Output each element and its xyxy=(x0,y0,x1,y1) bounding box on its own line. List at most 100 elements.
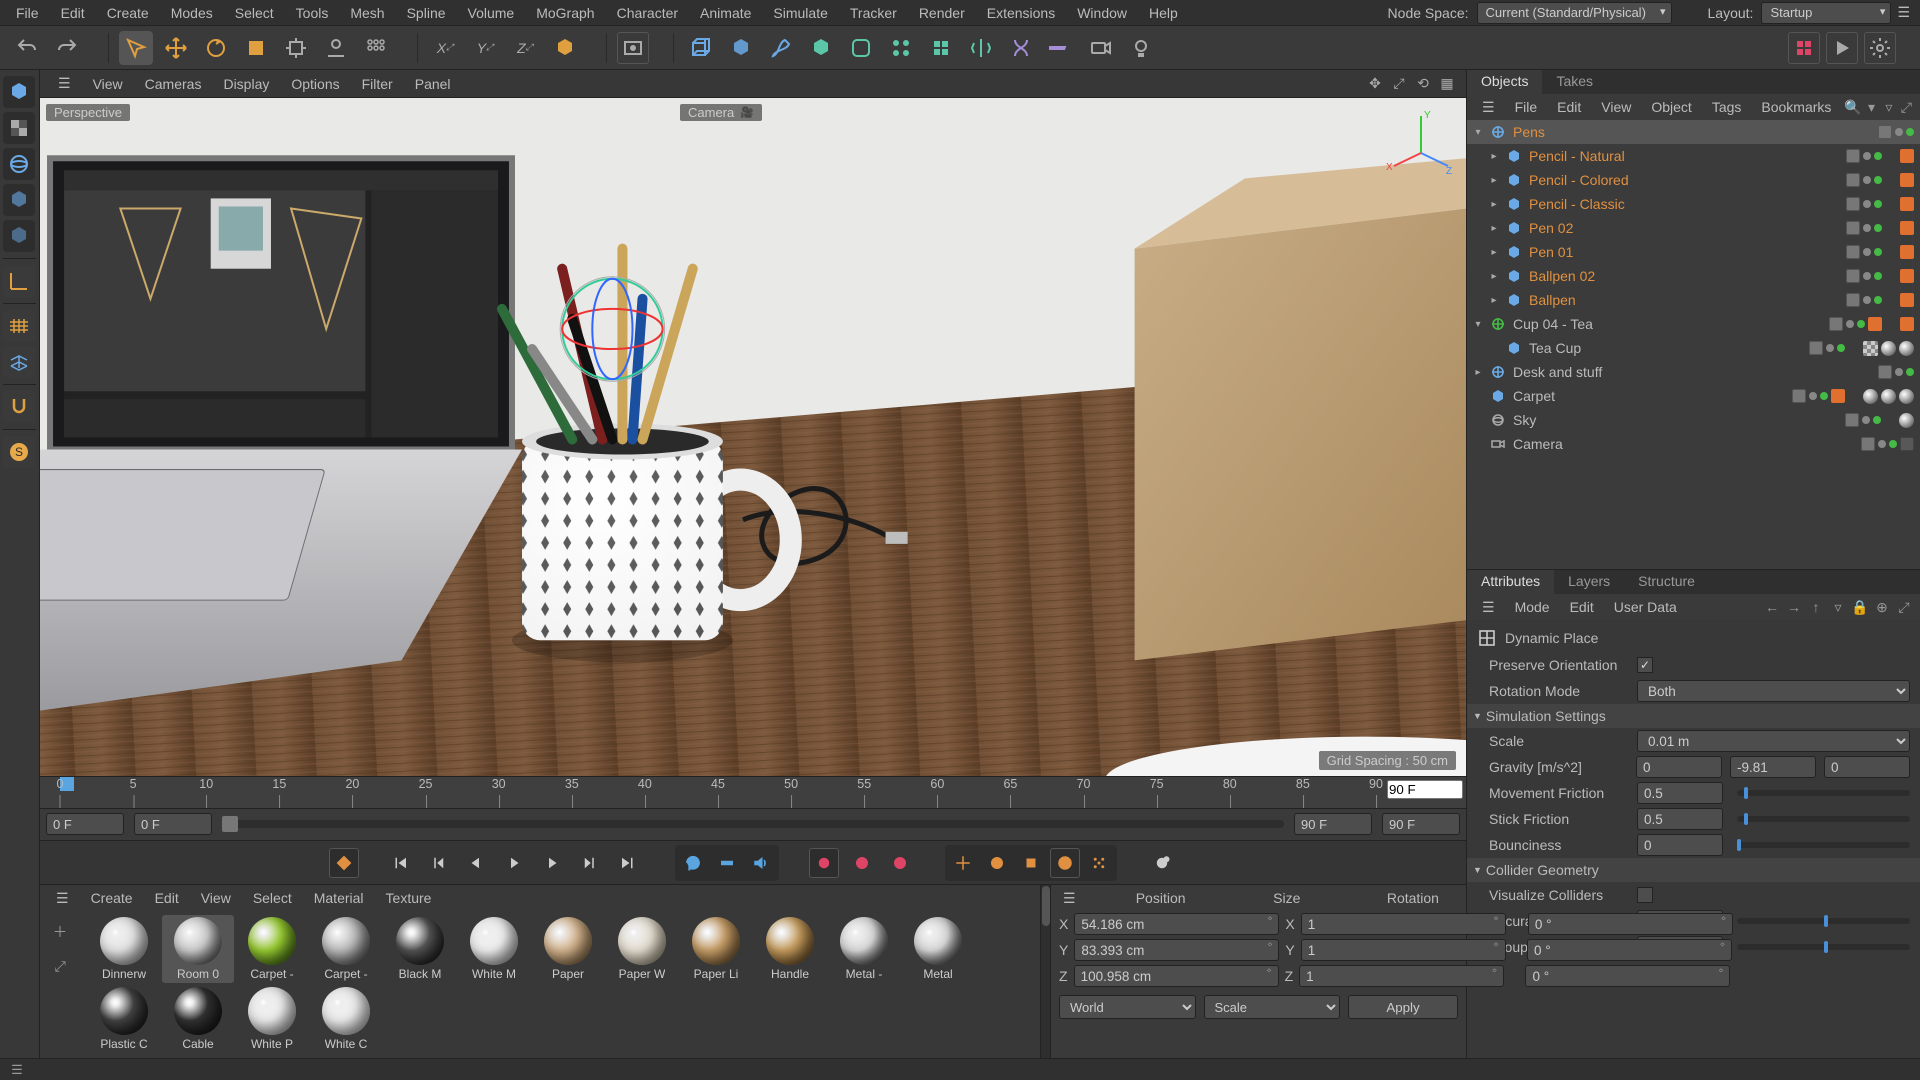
material-item[interactable] xyxy=(236,1057,308,1058)
render-pv-icon[interactable] xyxy=(1826,32,1858,64)
object-node[interactable]: ▸Pencil - Colored xyxy=(1467,168,1920,192)
tree-expander-icon[interactable]: ▾ xyxy=(1471,319,1485,330)
workplane-icon[interactable] xyxy=(3,310,35,342)
gravity-y-input[interactable] xyxy=(1730,756,1816,778)
node-space-select[interactable]: Current (Standard/Physical) xyxy=(1477,2,1672,24)
axis-gizmo-icon[interactable]: Y X Z xyxy=(1386,108,1456,178)
object-tag-layer-icon[interactable] xyxy=(1846,173,1860,187)
material-item[interactable]: Room 0 xyxy=(162,915,234,983)
menu-modes[interactable]: Modes xyxy=(161,2,223,24)
object-tag-layer-icon[interactable] xyxy=(1846,293,1860,307)
preserve-orientation-checkbox[interactable] xyxy=(1637,657,1653,673)
gravity-z-input[interactable] xyxy=(1824,756,1910,778)
object-tag-dot-green-icon[interactable] xyxy=(1874,272,1882,280)
object-tag-tagball-icon[interactable] xyxy=(1899,341,1914,356)
coord-space-select[interactable]: World xyxy=(1059,995,1196,1019)
object-tag-dot-grey-icon[interactable] xyxy=(1846,320,1854,328)
spline-pen-icon[interactable] xyxy=(764,31,798,65)
key-pla-icon[interactable] xyxy=(1084,848,1114,878)
timeline-range-start-input[interactable] xyxy=(134,813,212,835)
menu-file[interactable]: File xyxy=(6,2,49,24)
menu-create[interactable]: Create xyxy=(97,2,159,24)
coord-position-input[interactable] xyxy=(1074,913,1279,935)
material-item[interactable]: Metal - xyxy=(828,915,900,983)
material-item[interactable] xyxy=(680,1057,752,1058)
deformer-icon[interactable] xyxy=(1004,31,1038,65)
object-tag-dot-grey-icon[interactable] xyxy=(1863,152,1871,160)
tab-structure[interactable]: Structure xyxy=(1624,570,1709,594)
viewport-menu-options[interactable]: Options xyxy=(281,73,349,95)
object-node[interactable]: ▸Pencil - Natural xyxy=(1467,144,1920,168)
object-tag-dot-grey-icon[interactable] xyxy=(1878,440,1886,448)
camera-icon[interactable] xyxy=(1084,31,1118,65)
object-node[interactable]: ▸Ballpen 02 xyxy=(1467,264,1920,288)
object-tag-tag-orange-icon[interactable] xyxy=(1900,149,1914,163)
key-move-icon[interactable] xyxy=(948,848,978,878)
sound-icon[interactable] xyxy=(746,848,776,878)
asset-browser-icon[interactable]: S xyxy=(3,436,35,468)
object-tag-layer-icon[interactable] xyxy=(1878,125,1892,139)
timeline-range-slider[interactable] xyxy=(222,820,1284,828)
lock-z-icon[interactable]: Z⤢ xyxy=(508,31,542,65)
move-tool-icon[interactable] xyxy=(159,31,193,65)
object-node[interactable]: Camera xyxy=(1467,432,1920,456)
collider-geometry-section[interactable]: ▼Collider Geometry xyxy=(1467,858,1920,882)
material-item[interactable] xyxy=(532,1057,604,1058)
menu-animate[interactable]: Animate xyxy=(690,2,761,24)
tree-expander-icon[interactable]: ▸ xyxy=(1487,295,1501,306)
object-tree[interactable]: ▾Pens▸Pencil - Natural▸Pencil - Colored▸… xyxy=(1467,120,1920,569)
add-cube-icon[interactable] xyxy=(724,31,758,65)
attr-fwd-icon[interactable]: → xyxy=(1784,597,1804,617)
stick-friction-slider[interactable] xyxy=(1737,816,1910,822)
tree-expander-icon[interactable]: ▸ xyxy=(1471,367,1485,378)
coord-hamburger-icon[interactable]: ☰ xyxy=(1063,890,1076,907)
object-name[interactable]: Tea Cup xyxy=(1527,340,1809,356)
place-tool-icon[interactable] xyxy=(319,31,353,65)
scale-tool-icon[interactable] xyxy=(239,31,273,65)
viewport-menu-cameras[interactable]: Cameras xyxy=(135,73,212,95)
object-node[interactable]: ▸Pen 01 xyxy=(1467,240,1920,264)
coord-position-input[interactable] xyxy=(1074,965,1279,987)
object-name[interactable]: Camera xyxy=(1511,436,1861,452)
object-name[interactable]: Carpet xyxy=(1511,388,1792,404)
coord-system-icon[interactable] xyxy=(548,31,582,65)
object-node[interactable]: ▸Desk and stuff xyxy=(1467,360,1920,384)
material-item[interactable]: Plastic C xyxy=(88,985,160,1053)
viewport-camera-label[interactable]: Camera🎥 xyxy=(680,104,762,121)
material-item[interactable]: Dinnerw xyxy=(88,915,160,983)
attr-hamburger-icon[interactable]: ☰ xyxy=(1473,596,1504,619)
axis-mode-icon[interactable] xyxy=(3,265,35,297)
menu-spline[interactable]: Spline xyxy=(397,2,456,24)
viewport-menu-view[interactable]: View xyxy=(83,73,133,95)
object-name[interactable]: Pencil - Classic xyxy=(1527,196,1846,212)
attr-menu-userdata[interactable]: User Data xyxy=(1605,596,1686,618)
object-tag-tag-orange-icon[interactable] xyxy=(1900,197,1914,211)
material-item[interactable] xyxy=(88,1057,160,1058)
object-tag-layer-icon[interactable] xyxy=(1845,413,1859,427)
object-tag-tagball-icon[interactable] xyxy=(1899,389,1914,404)
object-name[interactable]: Cup 04 - Tea xyxy=(1511,316,1829,332)
object-node[interactable]: Tea Cup xyxy=(1467,336,1920,360)
object-tag-dot-green-icon[interactable] xyxy=(1857,320,1865,328)
object-tag-layer-icon[interactable] xyxy=(1846,197,1860,211)
tab-layers[interactable]: Layers xyxy=(1554,570,1624,594)
menu-help[interactable]: Help xyxy=(1139,2,1188,24)
tab-takes[interactable]: Takes xyxy=(1542,70,1607,94)
menu-simulate[interactable]: Simulate xyxy=(763,2,837,24)
material-item[interactable]: Metal xyxy=(902,915,974,983)
lock-x-icon[interactable]: X⤢ xyxy=(428,31,462,65)
material-item[interactable]: Handle xyxy=(754,915,826,983)
texture-mode-icon[interactable] xyxy=(3,112,35,144)
object-tag-tag-orange-icon[interactable] xyxy=(1900,173,1914,187)
material-item[interactable]: Carpet - xyxy=(236,915,308,983)
coord-rotation-input[interactable] xyxy=(1527,939,1732,961)
snap-icon[interactable] xyxy=(3,391,35,423)
gravity-x-input[interactable] xyxy=(1636,756,1722,778)
menu-mesh[interactable]: Mesh xyxy=(340,2,394,24)
object-expand-icon[interactable]: ⤢ xyxy=(1899,97,1914,117)
viewport[interactable]: Perspective Camera🎥 Grid Spacing : 50 cm… xyxy=(40,98,1466,776)
simulation-settings-section[interactable]: ▼Simulation Settings xyxy=(1467,704,1920,728)
menu-mograph[interactable]: MoGraph xyxy=(526,2,604,24)
menu-tracker[interactable]: Tracker xyxy=(840,2,907,24)
go-end-icon[interactable] xyxy=(613,848,643,878)
